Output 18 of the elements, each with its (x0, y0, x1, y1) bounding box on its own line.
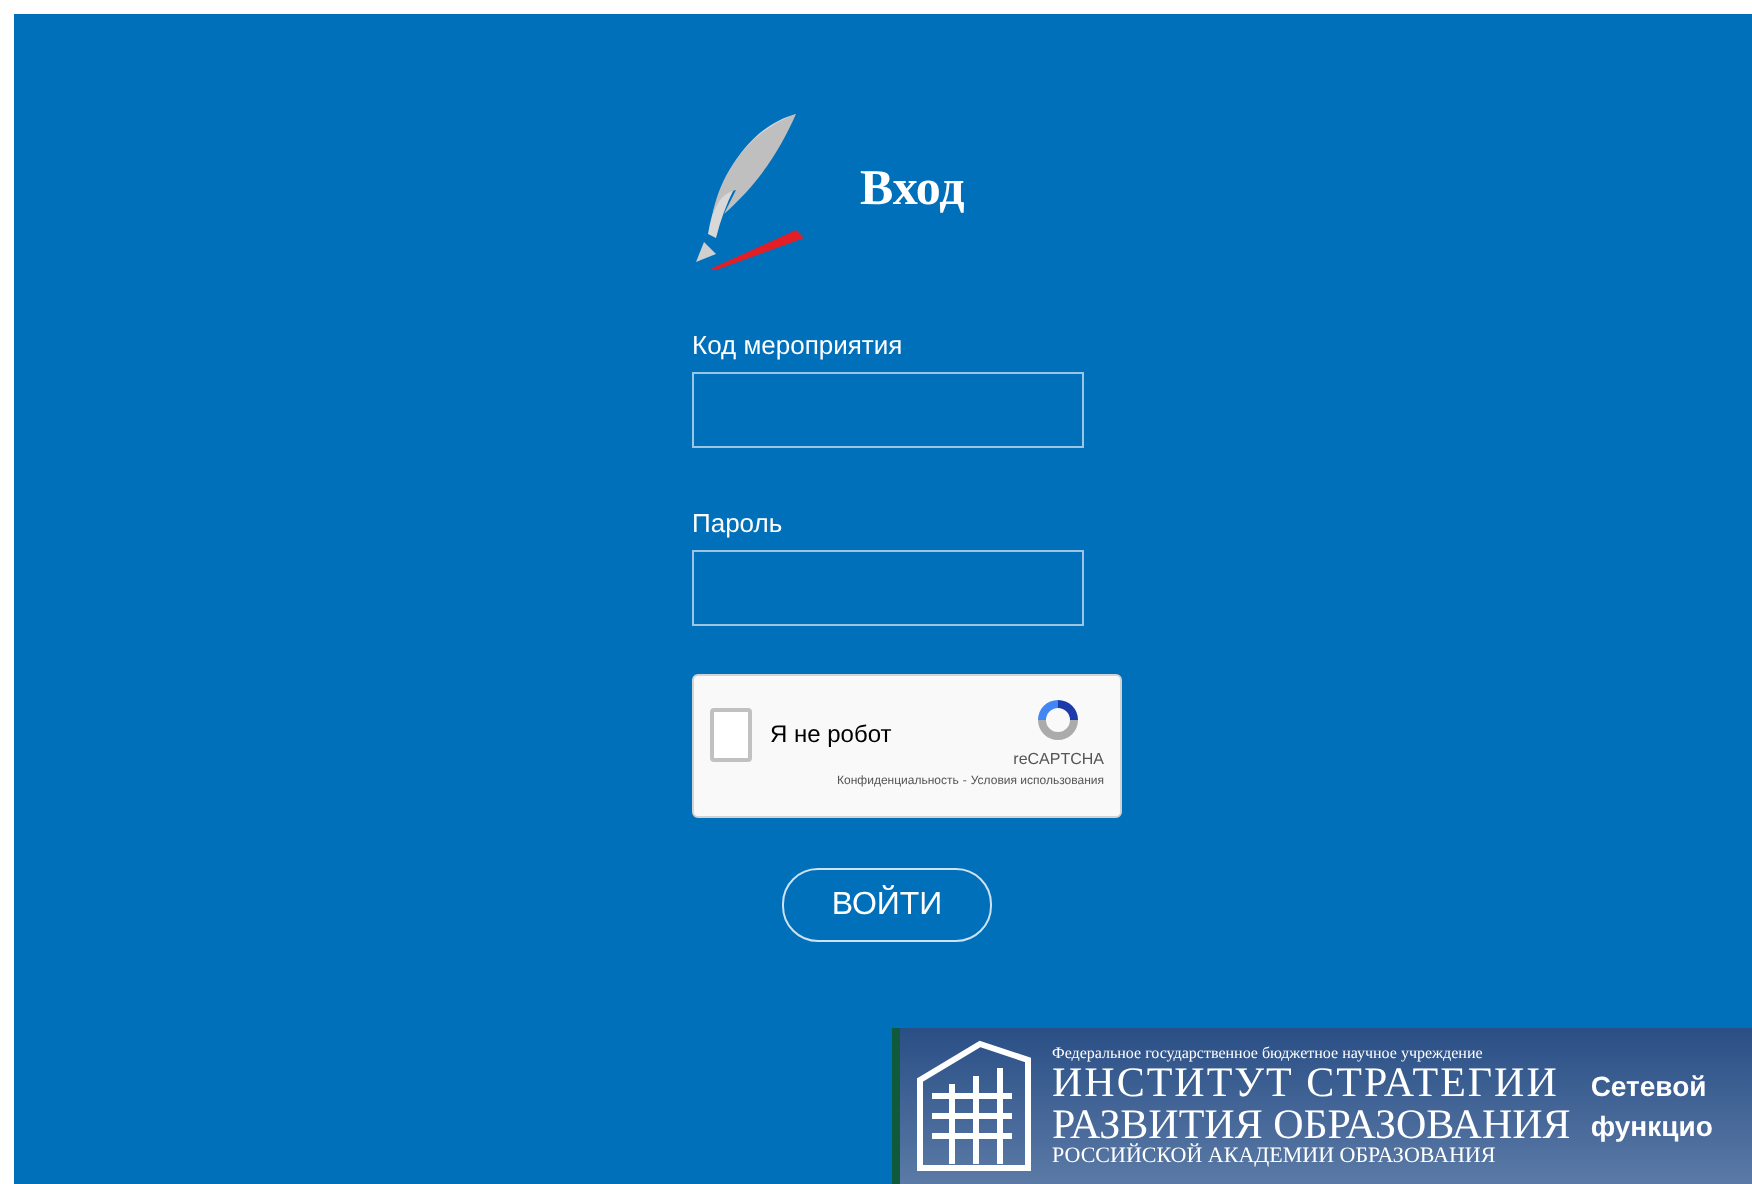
input-field[interactable] (692, 372, 1084, 448)
banner-side-text: функцио (1590, 1108, 1713, 1146)
captcha-checkbox[interactable] (710, 707, 752, 761)
field-label: Код мероприятия (692, 330, 905, 362)
captcha-label: Я не робот (770, 718, 892, 752)
input-field[interactable] (692, 550, 1084, 626)
login-button[interactable]: ВОЙТИ (782, 868, 992, 942)
banner-heading: ИНСТИТУТ СТРАТЕГИИ (1052, 1061, 1561, 1103)
banner-subtitle: Федеральное государственное бюджетное научное учреждение (1052, 1045, 1485, 1061)
recaptcha-logo-icon (1034, 696, 1083, 744)
field-label: Пароль (692, 508, 785, 540)
building-logo-icon (912, 1040, 1032, 1172)
page-title: Вход (860, 160, 965, 221)
banner-subheading: РОССИЙСКОЙ АКАДЕМИИ ОБРАЗОВАНИЯ (1052, 1145, 1498, 1167)
banner-side-text: Сетевой (1590, 1068, 1709, 1106)
banner-heading: РАЗВИТИЯ ОБРАЗОВАНИЯ (1052, 1103, 1571, 1145)
quill-logo-icon (692, 110, 808, 270)
recaptcha-brand: reCAPTCHA (1013, 748, 1104, 772)
